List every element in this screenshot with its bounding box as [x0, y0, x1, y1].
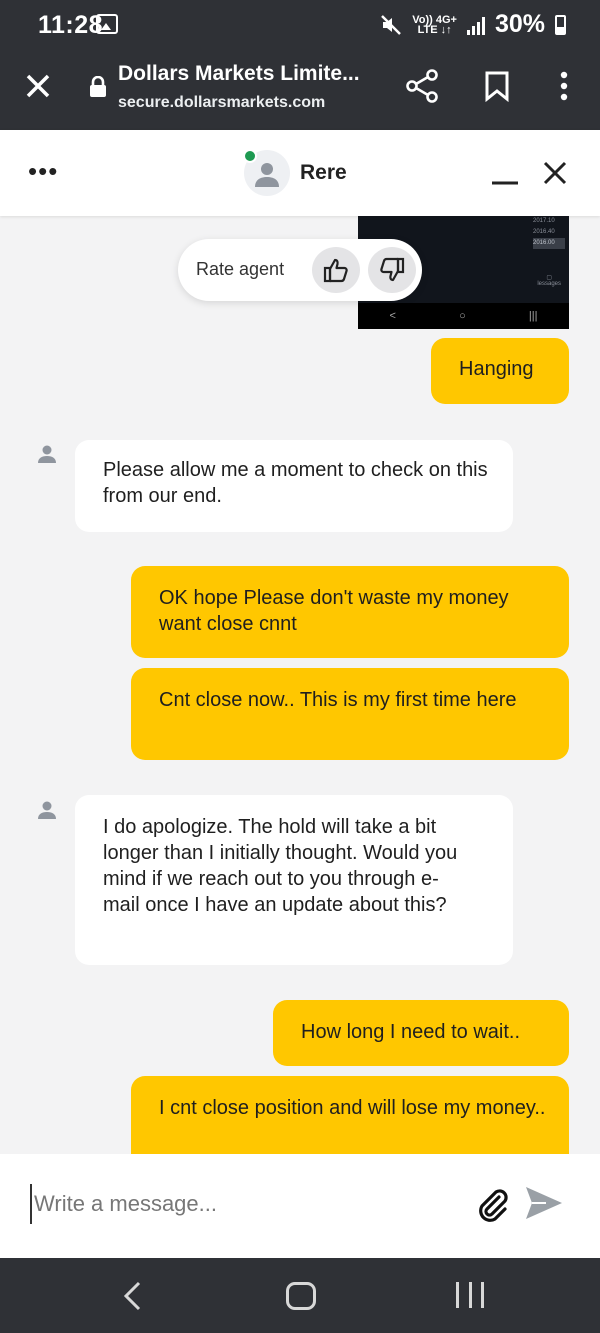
page-url: secure.dollarsmarkets.com [118, 94, 326, 111]
back-nav-icon[interactable] [120, 1280, 146, 1312]
rate-agent-pill: Rate agent [178, 239, 422, 301]
network-type-bottom: LTE ↓↑ [417, 23, 452, 36]
message-text: Please allow me a moment to check on thi… [103, 459, 488, 507]
home-nav-icon[interactable] [286, 1282, 316, 1310]
attach-file-icon[interactable] [472, 1184, 512, 1224]
message-input[interactable] [30, 1184, 450, 1224]
battery-icon [555, 14, 566, 35]
lock-icon [90, 76, 106, 97]
user-message: How long I need to wait.. [273, 1000, 569, 1066]
user-message: Hanging [431, 338, 569, 404]
screenshot-label: 2016.00 [533, 238, 565, 249]
status-bar: 11:28 Vo)) 4G+ LTE ↓↑ 30% [0, 0, 600, 50]
thumbs-down-button[interactable] [368, 247, 416, 293]
status-indicators: Vo)) 4G+ LTE ↓↑ 30% [380, 10, 566, 39]
agent-message: Please allow me a moment to check on thi… [75, 440, 513, 532]
system-navigation-bar [0, 1258, 600, 1333]
message-text: I do apologize. The hold will take a bit… [103, 816, 458, 916]
message-text: Hanging [459, 358, 534, 380]
thumbs-down-icon [380, 257, 405, 282]
agent-person-icon [38, 801, 56, 819]
message-text: How long I need to wait.. [301, 1021, 521, 1043]
message-text: Cnt close now.. This is my first time he… [159, 689, 517, 711]
signal-icon [466, 15, 485, 35]
status-time: 11:28 [38, 11, 104, 39]
network-type-top: Vo)) 4G+ [412, 13, 457, 26]
message-composer [0, 1154, 600, 1258]
message-text: OK hope Please don't waste my money want… [159, 587, 509, 635]
send-icon[interactable] [524, 1185, 564, 1221]
agent-person-icon [38, 445, 56, 463]
network-type: Vo)) 4G+ LTE ↓↑ [412, 13, 457, 36]
screenshot-recent-icon: ||| [528, 310, 538, 322]
browser-toolbar: Dollars Markets Limite... secure.dollars… [0, 50, 600, 130]
more-options-icon[interactable] [552, 70, 576, 102]
bookmark-icon[interactable] [482, 70, 512, 102]
battery-percent: 30% [494, 10, 545, 38]
chat-menu-icon[interactable]: ••• [28, 156, 58, 187]
thumbs-up-button[interactable] [312, 247, 360, 293]
agent-message: I do apologize. The hold will take a bit… [75, 795, 513, 965]
agent-name: Rere [300, 161, 347, 184]
screenshot-label: 2016.40 [533, 229, 555, 235]
chat-header: ••• Rere [0, 130, 600, 216]
screenshot-messages-icon: ▢ [546, 275, 552, 281]
screenshot-navbar: < ○ ||| [358, 303, 569, 329]
screenshot-messages-label: ▢ lessages [537, 274, 561, 287]
user-message: I cnt close position and will lose my mo… [131, 1076, 569, 1154]
gallery-notification-icon [96, 14, 118, 34]
rate-agent-label: Rate agent [196, 259, 285, 279]
recent-apps-icon[interactable] [456, 1282, 484, 1310]
user-message: Cnt close now.. This is my first time he… [131, 668, 569, 760]
screenshot-price-labels: 2017.10 2016.40 2016.00 [533, 216, 565, 249]
online-status-dot [243, 149, 257, 163]
user-message: OK hope Please don't waste my money want… [131, 566, 569, 658]
share-icon[interactable] [404, 68, 440, 104]
message-list[interactable]: 2017.10 2016.40 2016.00 ▢ lessages < ○ |… [0, 216, 600, 1154]
screenshot-messages-text: lessages [537, 281, 561, 287]
minimize-icon[interactable] [490, 162, 520, 186]
close-chat-icon[interactable] [542, 160, 568, 186]
screenshot-label: 2017.10 [533, 218, 555, 224]
close-tab-icon[interactable] [22, 70, 54, 102]
mute-icon [381, 14, 402, 35]
page-title: Dollars Markets Limite... [118, 62, 360, 85]
thumbs-up-icon [323, 258, 348, 283]
person-icon [255, 163, 279, 187]
message-text: I cnt close position and will lose my mo… [159, 1097, 546, 1119]
screenshot-back-icon: < [389, 310, 396, 322]
screenshot-home-icon: ○ [459, 310, 466, 322]
